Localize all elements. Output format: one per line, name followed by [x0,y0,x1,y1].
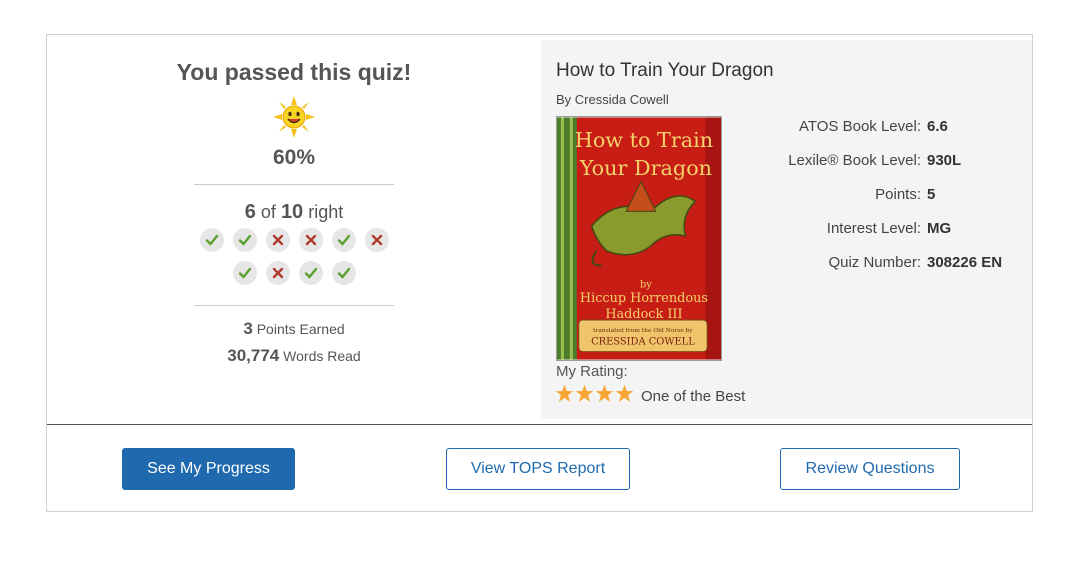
correct-answer [199,228,224,252]
checkmark-icon [238,234,251,246]
star-icon [615,384,634,402]
incorrect-answer [265,261,290,285]
quiz-results-panel: You passed this quiz! 60% 6 of 10 right … [47,35,541,424]
book-meta-row: Lexile® Book Level: 930L [741,152,1031,186]
cover-by: by [640,279,652,290]
checkmark-icon [238,267,251,279]
book-info-panel: How to Train Your Dragon By Cressida Cow… [541,40,1032,419]
view-tops-report-button[interactable]: View TOPS Report [446,448,630,490]
correct-answer [232,228,257,252]
checkmark-icon [337,234,350,246]
star-icon [575,384,594,402]
answer-row [199,261,389,285]
quiz-result-title: You passed this quiz! [176,59,412,85]
book-meta-row: ATOS Book Level: 6.6 [741,118,1031,152]
book-meta-value: 308226 EN [927,254,1003,271]
book-author: By Cressida Cowell [556,92,669,107]
score-of: of [260,202,276,222]
points-earned-value: 3 [243,319,253,338]
incorrect-answer [265,228,290,252]
review-questions-button[interactable]: Review Questions [780,448,960,490]
smiling-sun-icon [273,96,315,138]
see-my-progress-button[interactable]: See My Progress [122,448,295,490]
score-right: 6 [244,201,256,223]
cover-title-line-2: Your Dragon [579,156,712,180]
correct-answer [232,261,257,285]
score-summary: 6 of 10 right [47,201,541,224]
x-mark-icon [371,234,382,246]
cover-author-line-2: Haddock III [605,307,682,322]
words-read-label: Words Read [283,348,361,364]
book-meta-value: MG [927,220,952,237]
x-mark-icon [272,234,283,246]
rating-stars [555,384,634,403]
correct-answer [298,261,323,285]
book-meta-list: ATOS Book Level: 6.6 Lexile® Book Level: 93… [741,118,1031,288]
book-title: How to Train Your Dragon [556,60,774,81]
book-meta-label: Quiz Number: [828,254,921,271]
checkmark-icon [205,234,218,246]
x-mark-icon [305,234,316,246]
quiz-percent: 60% [272,146,316,169]
checkmark-icon [337,267,350,279]
rating-label: My Rating: [556,363,628,380]
answer-row [199,228,389,252]
incorrect-answer [298,228,323,252]
correct-answer [331,228,356,252]
incorrect-answer [364,228,389,252]
book-meta-value: 930L [927,152,962,169]
correct-answer [331,261,356,285]
words-read: 30,774 Words Read [47,346,541,366]
score-total: 10 [280,201,304,223]
book-meta-label: Points: [875,186,921,203]
book-meta-row: Quiz Number: 308226 EN [741,254,1031,288]
divider [194,305,394,306]
star-icon [555,384,574,402]
points-earned: 3 Points Earned [47,319,541,339]
book-meta-row: Points: 5 [741,186,1031,220]
book-meta-value: 6.6 [927,118,948,135]
book-meta-label: ATOS Book Level: [798,118,921,135]
cover-translator: CRESSIDA COWELL [591,337,695,348]
checkmark-icon [304,267,317,279]
answer-results [199,228,389,294]
star-icon [595,384,614,402]
x-mark-icon [272,267,283,279]
cover-title-line-1: How to Train [575,128,713,152]
cover-translated: translated from the Old Norse by [593,328,693,334]
rating-text: One of the Best [641,388,746,405]
book-meta-label: Interest Level: [826,220,921,237]
book-meta-value: 5 [927,186,936,203]
cover-author-line-1: Hiccup Horrendous [580,291,708,306]
book-meta-label: Lexile® Book Level: [788,152,921,169]
divider [194,184,394,185]
points-earned-label: Points Earned [256,321,345,337]
section-divider [47,424,1032,425]
book-cover-image: How to Train Your Dragon by Hiccup Horre… [556,116,722,361]
score-right-word: right [308,202,344,222]
words-read-value: 30,774 [227,346,280,365]
book-meta-row: Interest Level: MG [741,220,1031,254]
quiz-result-card: You passed this quiz! 60% 6 of 10 right … [46,34,1033,512]
